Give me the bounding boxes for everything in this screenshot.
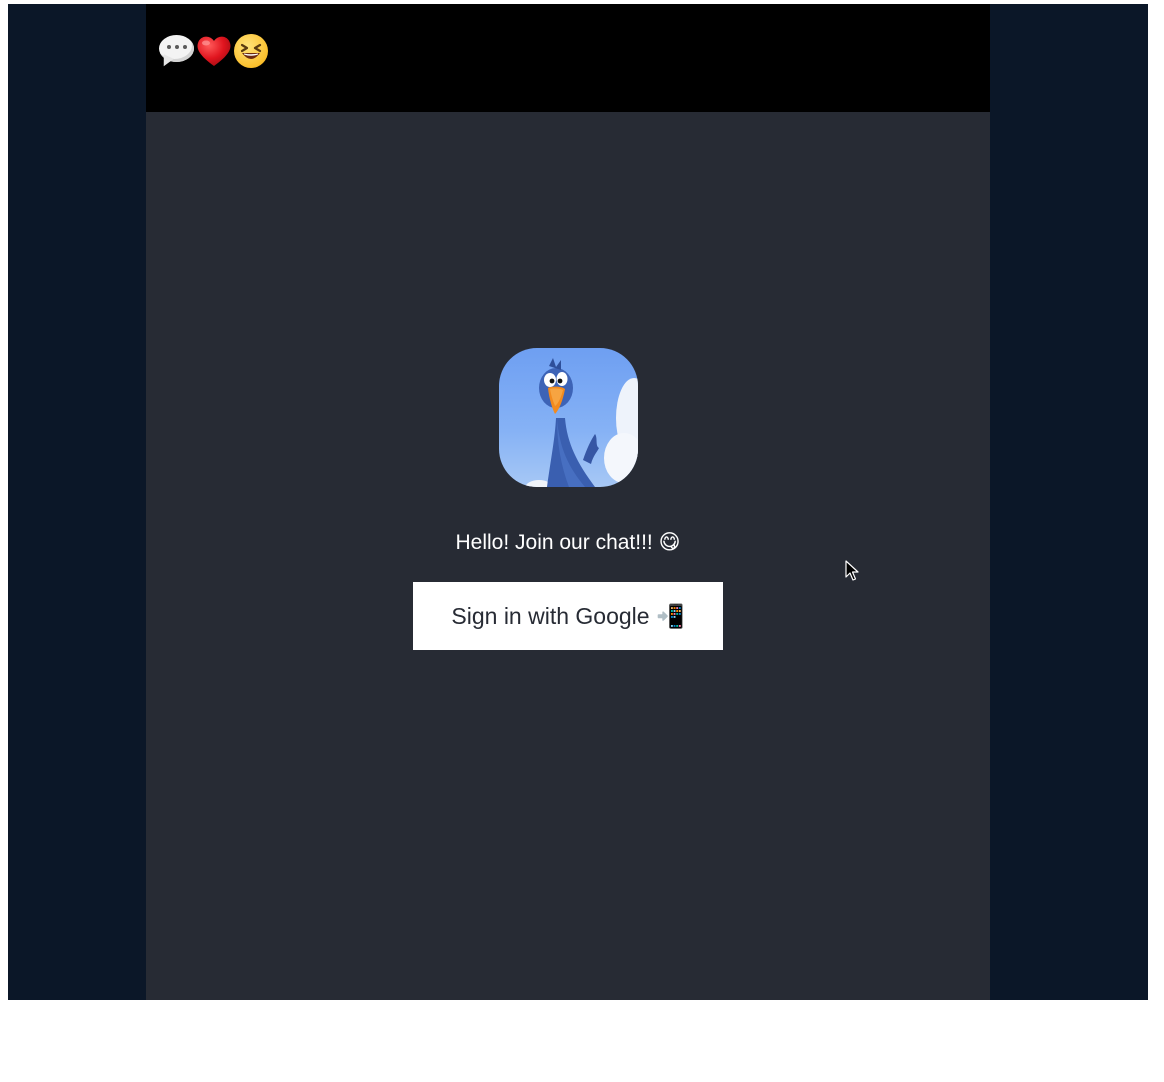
browser-viewport: Hello! Join our chat!!! 😋 Sign in with G… xyxy=(8,4,1148,1000)
app-header xyxy=(146,4,990,112)
bird-avatar-image xyxy=(499,348,638,487)
app-logo xyxy=(158,30,269,70)
speech-bubble-icon xyxy=(158,32,195,69)
greeting-text: Hello! Join our chat!!! 😋 xyxy=(455,531,681,554)
chat-app: Hello! Join our chat!!! 😋 Sign in with G… xyxy=(146,4,990,1000)
login-panel: Hello! Join our chat!!! 😋 Sign in with G… xyxy=(146,112,990,1000)
sign-in-with-google-button[interactable]: Sign in with Google 📲 xyxy=(413,582,723,650)
laughing-face-icon xyxy=(232,32,269,69)
mouse-cursor-icon xyxy=(845,560,859,587)
red-heart-icon xyxy=(195,32,232,69)
